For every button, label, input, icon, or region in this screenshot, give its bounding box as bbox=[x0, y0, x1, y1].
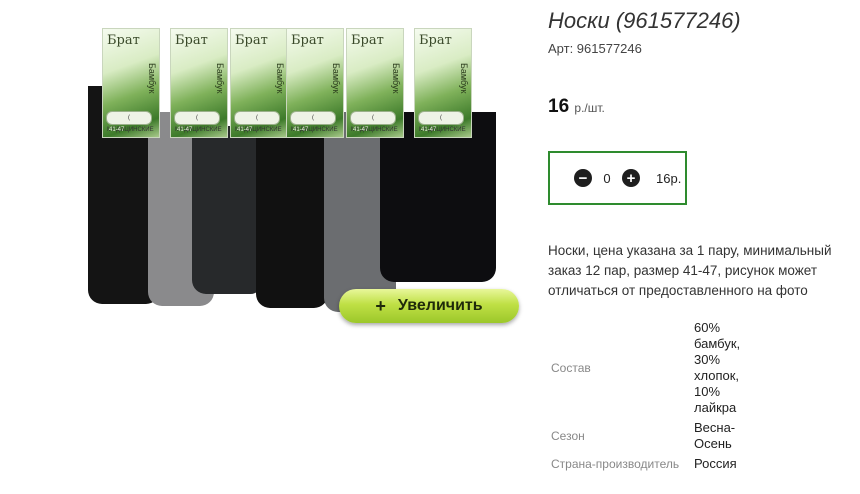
property-key: Состав bbox=[551, 361, 591, 375]
label-size: 41-47 bbox=[177, 127, 193, 133]
minus-circle-icon[interactable]: − bbox=[574, 169, 592, 187]
property-row: Страна-производитель Россия bbox=[548, 454, 757, 474]
label-brand: Брат bbox=[351, 33, 384, 48]
label-brand: Брат bbox=[291, 33, 324, 48]
label-brand: Брат bbox=[107, 33, 140, 48]
label-size: 41-47 bbox=[109, 127, 125, 133]
label-tag: ( МЕДИЦИНСКИЕ bbox=[290, 111, 338, 133]
label-size: 41-47 bbox=[353, 127, 369, 133]
property-value: Весна-Осень bbox=[694, 420, 736, 451]
label-size: 41-47 bbox=[293, 127, 309, 133]
quantity-value[interactable]: 0 bbox=[600, 171, 614, 186]
sock-label: Брат Бамбук ( МЕДИЦИНСКИЕ 41-47 bbox=[170, 28, 228, 138]
property-value: 60% бамбук, 30% хлопок, 10% лайкра bbox=[694, 320, 741, 415]
zoom-button[interactable]: + Увеличить bbox=[339, 289, 519, 323]
quantity-stepper: − 0 + 16р. bbox=[548, 151, 687, 205]
quantity-sum: 16р. bbox=[656, 170, 682, 186]
zoom-label: Увеличить bbox=[397, 297, 483, 314]
label-tag: ( МЕДИЦИНСКИЕ bbox=[234, 111, 282, 133]
label-side: Бамбук bbox=[391, 63, 401, 94]
label-tag: ( МЕДИЦИНСКИЕ bbox=[106, 111, 154, 133]
price-unit: р./шт. bbox=[574, 101, 605, 115]
label-tag: ( МЕДИЦИНСКИЕ bbox=[174, 111, 222, 133]
properties-table: Состав 60% бамбук, 30% хлопок, 10% лайкр… bbox=[548, 318, 757, 474]
price-value: 16 bbox=[548, 96, 570, 117]
property-row: Состав 60% бамбук, 30% хлопок, 10% лайкр… bbox=[548, 318, 757, 418]
sock-label: Брат Бамбук ( МЕДИЦИНСКИЕ 41-47 bbox=[346, 28, 404, 138]
sock-label: Брат Бамбук ( МЕДИЦИНСКИЕ 41-47 bbox=[414, 28, 472, 138]
label-side: Бамбук bbox=[331, 63, 341, 94]
label-size: 41-47 bbox=[421, 127, 437, 133]
product-price: 16 р./шт. bbox=[548, 96, 605, 118]
plus-circle-icon[interactable]: + bbox=[622, 169, 640, 187]
label-brand: Брат bbox=[419, 33, 452, 48]
sock-label: Брат Бамбук ( МЕДИЦИНСКИЕ 41-47 bbox=[230, 28, 288, 138]
product-description: Носки, цена указана за 1 пару, минимальн… bbox=[548, 243, 832, 298]
label-side: Бамбук bbox=[275, 63, 285, 94]
property-key: Сезон bbox=[551, 429, 585, 443]
label-side: Бамбук bbox=[215, 63, 225, 94]
product-title: Носки (961577246) bbox=[548, 8, 741, 33]
property-key: Страна-производитель bbox=[551, 457, 680, 471]
label-side: Бамбук bbox=[147, 63, 157, 94]
label-side: Бамбук bbox=[459, 63, 469, 94]
property-value: Россия bbox=[694, 456, 737, 471]
product-image[interactable]: Брат Бамбук( МЕДИЦИНСКИЕ 41-47 Брат Бамбук( … bbox=[80, 28, 520, 328]
sock-label: Брат Бамбук ( МЕДИЦИНСКИЕ 41-47 bbox=[102, 28, 160, 138]
sock bbox=[256, 112, 328, 308]
property-row: Сезон Весна-Осень bbox=[548, 418, 757, 454]
label-tag: ( МЕДИЦИНСКИЕ bbox=[350, 111, 398, 133]
plus-icon: + bbox=[375, 295, 386, 316]
label-size: 41-47 bbox=[237, 127, 253, 133]
label-brand: Брат bbox=[175, 33, 208, 48]
sock bbox=[192, 126, 264, 294]
label-tag: ( МЕДИЦИНСКИЕ bbox=[418, 111, 466, 133]
product-sku: Арт: 961577246 bbox=[548, 41, 642, 56]
label-brand: Брат bbox=[235, 33, 268, 48]
sock-label: Брат Бамбук ( МЕДИЦИНСКИЕ 41-47 bbox=[286, 28, 344, 138]
